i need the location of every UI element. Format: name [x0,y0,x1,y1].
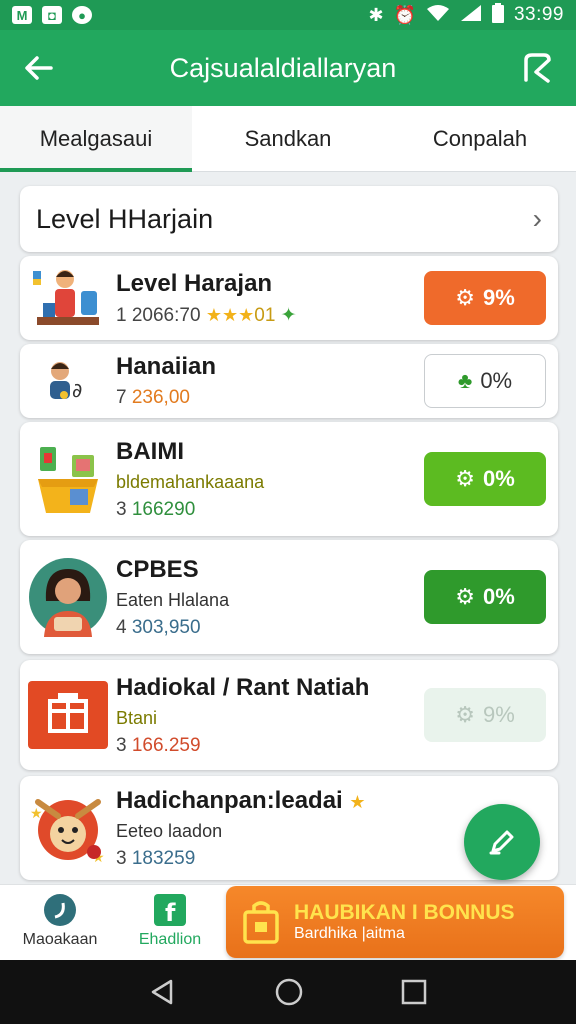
system-nav-bar [0,960,576,1024]
gmail-icon: M [12,6,32,24]
system-icons: ✱ ⏰ 33:99 [368,2,564,28]
item-subtitle: Btani [116,707,158,728]
nav-item-ehadlion[interactable]: f Ehadlion [120,893,220,949]
battery-icon [491,2,504,28]
mascot-illustration: ★ ★ [20,776,116,880]
item-meta: 3 166.259 [116,734,201,756]
nav-label: Ehadlion [138,931,202,948]
list-item[interactable]: ∂ Hanaiian 7 236,00 ♣ 0% [20,344,558,418]
svg-text:∂: ∂ [72,378,82,402]
svg-text:f: f [165,899,176,927]
item-meta: 1 2066:70 ★★★01 ✦ [116,304,297,326]
item-meta: 7 236,00 [116,387,190,408]
basket-illustration [20,422,116,536]
item-meta: 4 303,950 [116,616,201,638]
section-title: Level HHarjain [36,203,214,234]
gear-icon: ⚙ [455,285,475,310]
item-name: Level Harajan [116,269,273,297]
bonus-title: HAUBIKAN I BONNUS [294,901,515,924]
bonus-button[interactable]: HAUBIKAN I BONNUS Bardhika |aitma [226,886,564,958]
back-triangle-icon[interactable] [149,978,177,1006]
page-title: Cajsualaldiallaryan [169,52,397,83]
list-item[interactable]: BAIMI bldemahankaaana 3 166290 ⚙ 0% [20,422,558,536]
percent-button[interactable]: ⚙ 0% [424,452,546,506]
item-name: Hadiokal / Rant Natiah [116,673,370,701]
avatar [20,540,116,654]
back-button[interactable] [0,30,78,106]
chat-icon [44,894,76,926]
record-icon: ● [72,6,92,24]
photo-icon: ◘ [42,6,62,24]
nav-label: Maoakaan [22,931,98,948]
bookmark-button[interactable] [498,30,576,106]
tree-icon: ♣ [457,368,473,393]
gear-icon: ⚙ [455,584,475,609]
recents-square-icon[interactable] [401,979,427,1005]
list-item[interactable]: Hadiokal / Rant Natiah Btani 3 166.259 ⚙… [20,660,558,770]
item-meta: 3 166290 [116,498,196,520]
star-icon: ★ [349,791,366,812]
percent-button[interactable]: ⚙ 9% [424,271,546,325]
item-name: Hadichanpan:leadai ★ [116,786,366,814]
percent-button[interactable]: ⚙ 0% [424,570,546,624]
facebook-icon: f [154,894,186,927]
gear-icon: ⚙ [455,702,475,727]
arrow-left-icon [25,56,53,80]
bag-icon [243,901,279,944]
edit-icon [489,830,514,855]
star-rating-icon: ★★★ [205,304,255,325]
percent-button[interactable]: ⚙ 9% [424,688,546,742]
item-name: BAIMI [116,437,184,465]
tab-sandkan[interactable]: Sandkan [192,106,384,171]
leaf-icon: ✦ [280,304,297,326]
nav-item-maoakaan[interactable]: Maoakaan [10,893,110,949]
signal-icon [460,4,482,27]
store-icon-wrap [20,660,116,770]
bonus-subtitle: Bardhika |aitma [294,925,405,942]
tab-bar: Mealgasaui Sandkan Conpalah [0,106,576,172]
tab-mealgasaui[interactable]: Mealgasaui [0,106,192,172]
store-icon [28,681,108,749]
chevron-right-icon: › [532,203,542,234]
item-subtitle: Eeteo laadon [116,820,223,841]
tab-conpalah[interactable]: Conpalah [384,106,576,171]
gear-icon: ⚙ [455,466,475,491]
section-header[interactable]: Level HHarjain › [20,186,558,252]
item-name: CPBES [116,555,199,583]
shopkeeper-illustration [20,256,116,340]
item-subtitle: Eaten Hlalana [116,589,230,610]
list-item[interactable]: CPBES Eaten Hlalana 4 303,950 ⚙ 0% [20,540,558,654]
person-illustration: ∂ [20,344,116,418]
home-circle-icon[interactable] [274,977,304,1007]
edit-fab[interactable] [464,804,540,880]
item-subtitle: bldemahankaaana [116,471,265,492]
item-meta: 3 183259 [116,847,196,869]
svg-text:★: ★ [30,805,43,821]
app-bar: Cajsualaldiallaryan [0,30,576,106]
wifi-icon [426,4,450,27]
item-name: Hanaiian [116,353,217,380]
bluetooth-icon: ✱ [368,4,384,25]
notification-icons: M ◘ ● [12,6,92,24]
status-bar: M ◘ ● ✱ ⏰ 33:99 [0,0,576,30]
alarm-icon: ⏰ [393,4,416,25]
clock: 33:99 [513,4,564,25]
bookmark-icon [524,53,551,83]
percent-button[interactable]: ♣ 0% [424,354,546,408]
list-item[interactable]: Level Harajan 1 2066:70 ★★★01 ✦ ⚙ 9% [20,256,558,340]
